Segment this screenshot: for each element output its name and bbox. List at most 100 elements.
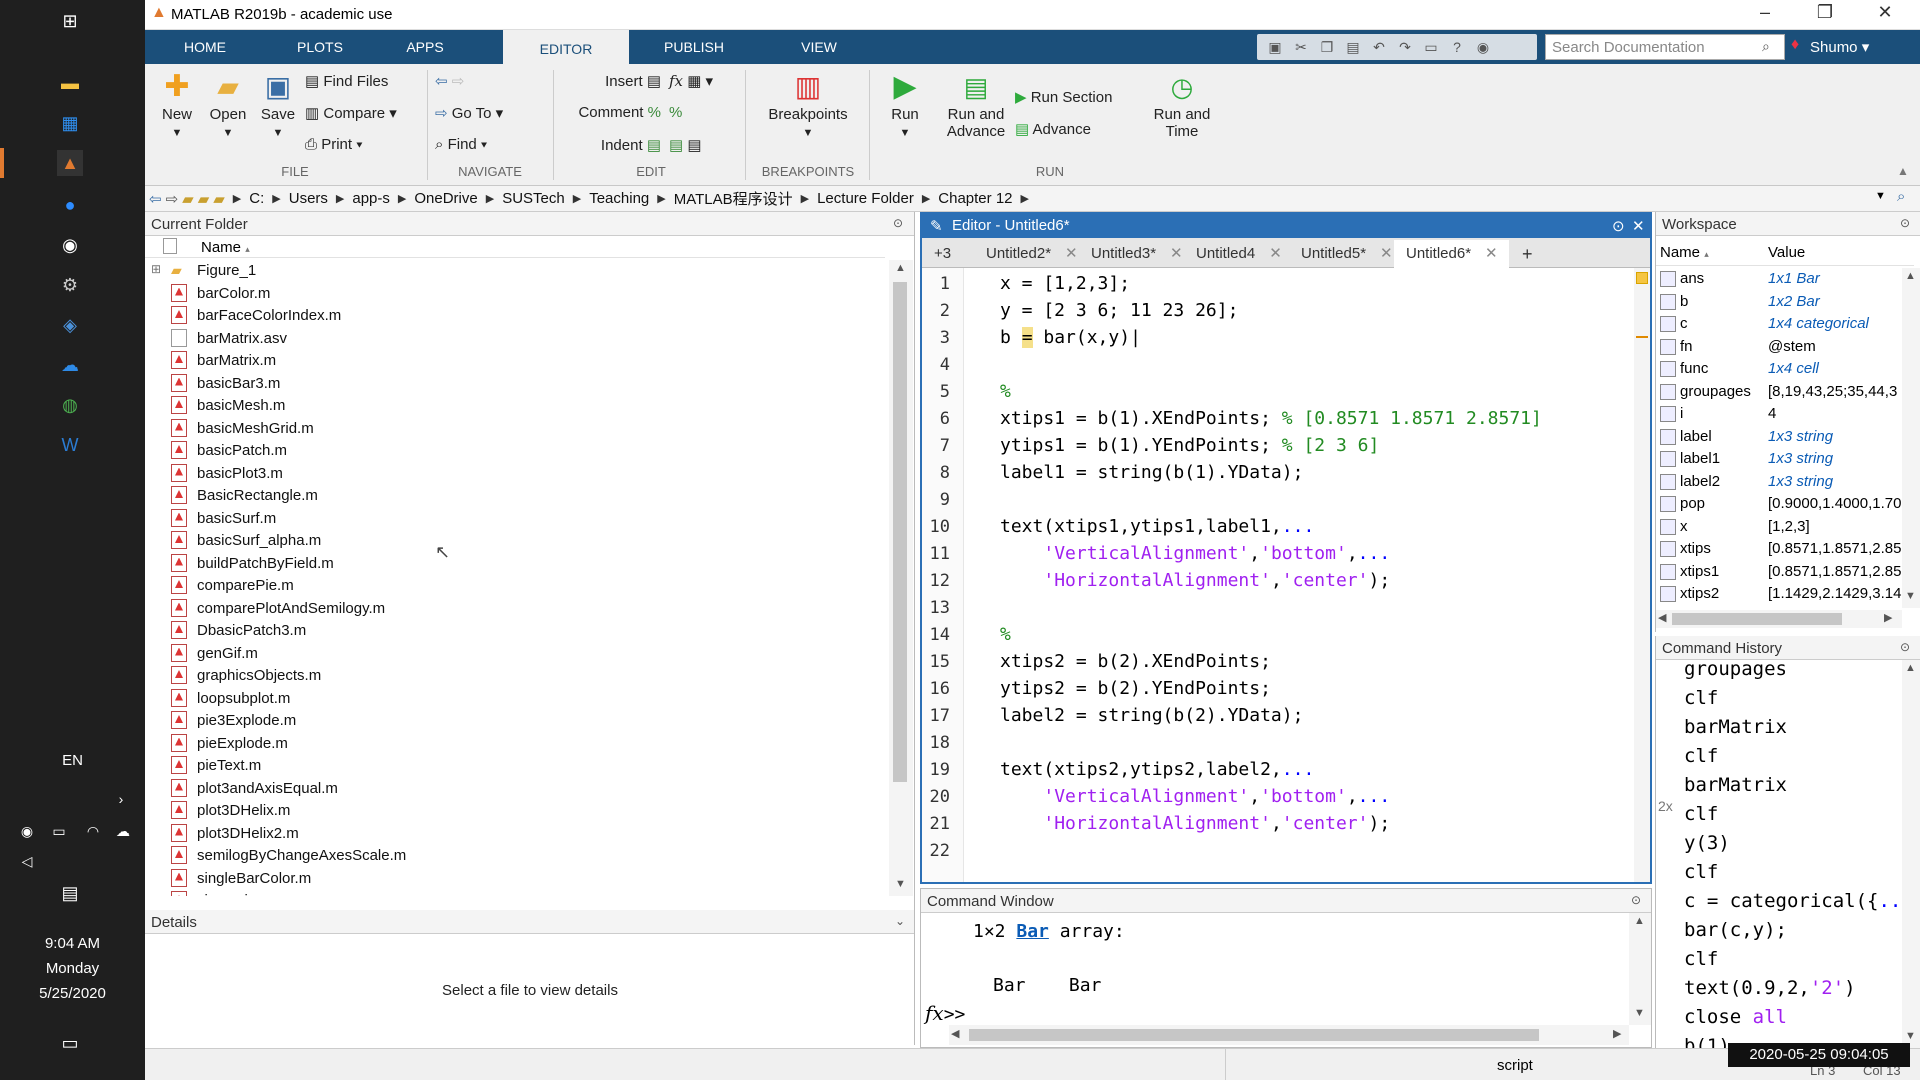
- undo-icon[interactable]: ↶: [1369, 38, 1389, 56]
- new-tab-button[interactable]: +: [1512, 240, 1546, 268]
- run-section-button[interactable]: ▶ Run Section: [1015, 88, 1133, 106]
- workspace-variable-row[interactable]: c 1x4 categorical: [1656, 313, 1914, 335]
- breadcrumb-matlab-course[interactable]: MATLAB程序设计: [674, 188, 793, 209]
- tab-home[interactable]: HOME: [145, 30, 265, 64]
- file-row[interactable]: comparePlotAndSemilogy.m: [145, 598, 885, 620]
- open-dropdown-icon[interactable]: ▼: [223, 127, 234, 139]
- file-row[interactable]: plot3DHelix2.m: [145, 823, 885, 845]
- history-entry[interactable]: barMatrix: [1684, 716, 1787, 738]
- code-analyzer-bar[interactable]: [1634, 268, 1650, 882]
- comment-button[interactable]: Comment %: [561, 104, 661, 121]
- file-row[interactable]: singleBarColor.m: [145, 868, 885, 890]
- file-row[interactable]: barMatrix.m: [145, 350, 885, 372]
- file-row[interactable]: plot3DHelix.m: [145, 800, 885, 822]
- file-row[interactable]: pieText.m: [145, 755, 885, 777]
- line-number[interactable]: 5: [922, 382, 950, 402]
- search-documentation-input[interactable]: Search Documentation: [1545, 34, 1785, 60]
- redo-icon[interactable]: ↷: [1395, 38, 1415, 56]
- input-language[interactable]: EN: [0, 752, 145, 769]
- line-number[interactable]: 17: [922, 706, 950, 726]
- scroll-left-icon[interactable]: ◀: [951, 1027, 959, 1040]
- history-entry[interactable]: c = categorical({...: [1684, 890, 1902, 912]
- file-row[interactable]: plot3andAxisEqual.m: [145, 778, 885, 800]
- line-number[interactable]: 18: [922, 733, 950, 753]
- collapse-ribbon-icon[interactable]: ▲: [1897, 164, 1909, 178]
- breadcrumb-users[interactable]: Users: [289, 190, 328, 207]
- file-row[interactable]: pieExplode.m: [145, 733, 885, 755]
- workspace-actions-icon[interactable]: ⊙: [1900, 216, 1910, 230]
- run-and-time-button[interactable]: ◷ Run and Time: [1145, 72, 1219, 140]
- file-row[interactable]: loopsubplot.m: [145, 688, 885, 710]
- workspace-variable-row[interactable]: xtips [0.8571,1.8571,2.85: [1656, 538, 1914, 560]
- workspace-hscroll[interactable]: ◀ ▶: [1656, 610, 1902, 628]
- uncomment-button[interactable]: %: [669, 104, 719, 121]
- fx-prompt-icon[interactable]: fx: [925, 1001, 944, 1025]
- close-tab-icon[interactable]: ✕: [1269, 245, 1282, 262]
- scroll-down-icon[interactable]: ▼: [1905, 590, 1916, 602]
- insert-button[interactable]: Insert ▤: [561, 72, 661, 90]
- breadcrumb-c[interactable]: C:: [249, 190, 264, 207]
- windows-start-icon[interactable]: ⊞: [57, 8, 83, 34]
- ws-value-column[interactable]: Value: [1768, 244, 1805, 261]
- workspace-variable-row[interactable]: groupages [8,19,43,25;35,44,3: [1656, 381, 1914, 403]
- line-number[interactable]: 11: [922, 544, 950, 564]
- forward-icon[interactable]: ⇨: [166, 190, 179, 208]
- workspace-variable-row[interactable]: x [1,2,3]: [1656, 516, 1914, 538]
- line-number[interactable]: 22: [922, 841, 950, 861]
- settings-gear-icon[interactable]: ⚙: [57, 272, 83, 298]
- history-entry[interactable]: bar(c,y);: [1684, 919, 1787, 941]
- tab-apps[interactable]: APPS: [375, 30, 475, 64]
- line-number[interactable]: 12: [922, 571, 950, 591]
- file-row[interactable]: basicMeshGrid.m: [145, 418, 885, 440]
- save-quick-icon[interactable]: ▣: [1265, 38, 1285, 56]
- tab-publish[interactable]: PUBLISH: [629, 30, 759, 64]
- fx-function-button[interactable]: fx ▦ ▾: [669, 72, 739, 90]
- qq-app-icon[interactable]: ◉: [57, 232, 83, 258]
- run-and-advance-button[interactable]: ▤ Run and Advance: [939, 72, 1013, 140]
- matlab-taskbar-icon[interactable]: ▲: [57, 150, 83, 176]
- open-button[interactable]: ▰ Open ▼: [205, 72, 251, 140]
- file-row[interactable]: sinmovie.m: [145, 890, 885, 896]
- file-row[interactable]: comparePie.m: [145, 575, 885, 597]
- tab-editor[interactable]: EDITOR: [503, 30, 629, 64]
- file-row[interactable]: genGif.m: [145, 643, 885, 665]
- line-number[interactable]: 9: [922, 490, 950, 510]
- line-number[interactable]: 3: [922, 328, 950, 348]
- file-row[interactable]: pie3Explode.m: [145, 710, 885, 732]
- close-tab-icon[interactable]: ✕: [1065, 245, 1078, 262]
- cloud-app-icon[interactable]: ☁: [57, 352, 83, 378]
- cut-icon[interactable]: ✂: [1291, 38, 1311, 56]
- notification-bell-icon[interactable]: ♦: [1791, 36, 1799, 54]
- history-entry[interactable]: barMatrix: [1684, 774, 1787, 796]
- print-button[interactable]: ⎙ Print ▾: [305, 136, 425, 153]
- history-entry[interactable]: close all: [1684, 1006, 1787, 1028]
- line-number[interactable]: 16: [922, 679, 950, 699]
- history-entry[interactable]: y(3): [1684, 832, 1730, 854]
- workspace-variable-row[interactable]: xtips2 [1.1429,2.1429,3.14: [1656, 583, 1914, 605]
- advance-button[interactable]: ▤ Advance: [1015, 120, 1133, 138]
- command-window-hscroll[interactable]: ◀ ▶: [949, 1025, 1629, 1045]
- run-button[interactable]: ▶ Run ▼: [875, 72, 935, 140]
- workspace-variable-row[interactable]: func 1x4 cell: [1656, 358, 1914, 380]
- tray-expand-icon[interactable]: ›: [108, 786, 134, 812]
- search-icon[interactable]: ⌕: [1762, 38, 1770, 55]
- file-row[interactable]: barColor.m: [145, 283, 885, 305]
- code-area[interactable]: x = [1,2,3]; y = [2 3 6; 11 23 26]; b = …: [1000, 268, 1620, 882]
- workspace-variable-row[interactable]: label2 1x3 string: [1656, 471, 1914, 493]
- breadcrumb-app-s[interactable]: app-s: [352, 190, 390, 207]
- ws-hscroll-thumb[interactable]: [1672, 613, 1842, 625]
- up-folder-icon[interactable]: ▰: [182, 190, 194, 208]
- go-to-button[interactable]: ⇨ Go To ▾: [435, 104, 545, 122]
- line-number[interactable]: 1: [922, 274, 950, 294]
- command-window-actions-icon[interactable]: ⊙: [1631, 893, 1641, 907]
- workspace-vscroll[interactable]: ▲ ▼: [1902, 268, 1920, 608]
- save-button[interactable]: ▣ Save ▼: [255, 72, 301, 140]
- tab-untitled5[interactable]: Untitled5* ✕: [1289, 240, 1394, 268]
- breadcrumb-chapter-12[interactable]: Chapter 12: [938, 190, 1012, 207]
- file-row[interactable]: basicBar3.m: [145, 373, 885, 395]
- address-dropdown-icon[interactable]: ▼: [1875, 190, 1886, 202]
- scroll-down-icon[interactable]: ▼: [895, 878, 906, 890]
- compare-button[interactable]: ▥ Compare ▾: [305, 104, 425, 122]
- forward-arrow-icon[interactable]: ⇨: [452, 73, 465, 90]
- command-window-vscroll[interactable]: ▲ ▼: [1629, 913, 1651, 1025]
